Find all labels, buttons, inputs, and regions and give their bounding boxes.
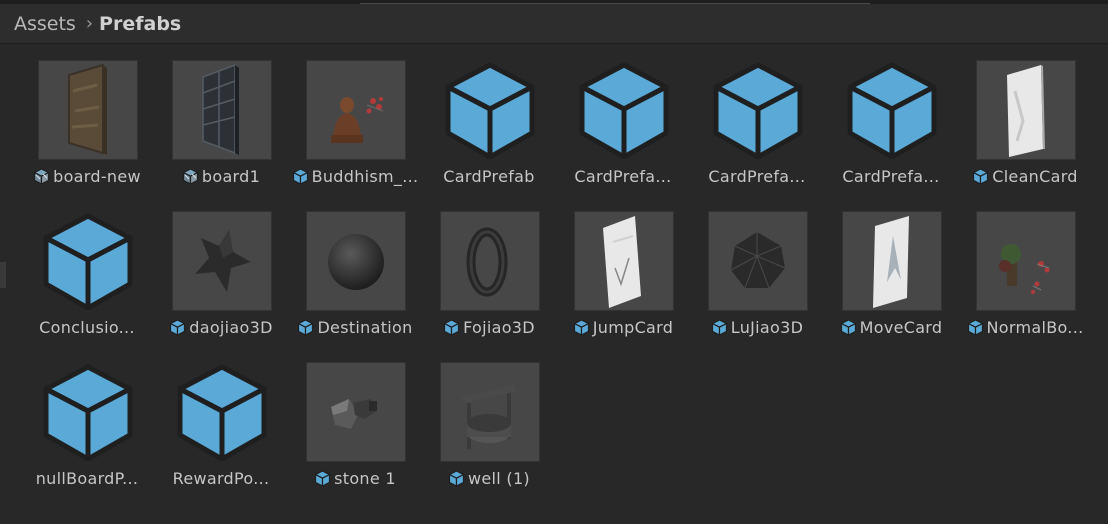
asset-label: CleanCard [992,166,1078,186]
asset-label: CardPrefab [443,166,535,186]
white-card-thumbnail [977,61,1075,159]
asset-label: CardPrefa... [708,166,806,186]
white-card-arrow-thumbnail [575,212,673,310]
asset-label: stone 1 [334,468,396,488]
asset-label: JumpCard [592,317,674,337]
prefab-icon [967,318,984,336]
asset-grid: board-new board1 Buddhism_... CardPrefab… [20,56,1100,509]
asset-item-normalboard[interactable]: NormalBo... [958,207,1092,358]
tiled-panel-dark-thumbnail [173,61,271,159]
asset-item-rewardpoint[interactable]: RewardPo... [154,358,288,509]
asset-item-buddhism[interactable]: Buddhism_... [288,56,422,207]
asset-label: board-new [53,166,141,186]
breadcrumb-assets[interactable]: Assets [14,13,76,35]
asset-item-board-new[interactable]: board-new [20,56,154,207]
prefab-icon [711,318,728,336]
asset-item-movecard[interactable]: MoveCard [824,207,958,358]
asset-label: Fojiao3D [463,317,535,337]
asset-label: daojiao3D [189,317,273,337]
prefab-icon [314,469,331,487]
prefab-icon [297,318,314,336]
well-model-thumbnail [441,363,539,461]
asset-label: Destination [317,317,413,337]
asset-item-cleancard[interactable]: CleanCard [958,56,1092,207]
asset-label: Conclusio... [39,317,135,337]
star-shape-thumbnail [173,212,271,310]
buddha-statue-thumbnail [307,61,405,159]
blue-cube-icon [39,363,137,461]
panel-resize-handle[interactable] [0,262,6,288]
asset-label: Buddhism_... [311,166,419,186]
breadcrumb: Assets › Prefabs [0,4,1108,44]
prefab-icon [443,318,460,336]
asset-item-destination[interactable]: Destination [288,207,422,358]
asset-item-cardprefab[interactable]: CardPrefab [422,56,556,207]
asset-item-fojiao3d[interactable]: Fojiao3D [422,207,556,358]
low-poly-sphere-thumbnail [709,212,807,310]
blue-cube-icon [843,61,941,159]
asset-label: CardPrefa... [574,166,672,186]
asset-label: NormalBo... [986,317,1084,337]
asset-item-nullboardprefab[interactable]: nullBoardP... [20,358,154,509]
asset-label: RewardPo... [172,468,270,488]
textured-panel-brown-thumbnail [39,61,137,159]
asset-label: LuJiao3D [730,317,804,337]
ring-shape-thumbnail [441,212,539,310]
asset-item-board1[interactable]: board1 [154,56,288,207]
asset-item-conclusion[interactable]: Conclusio... [20,207,154,358]
asset-item-daojiao3d[interactable]: daojiao3D [154,207,288,358]
asset-label: nullBoardP... [35,468,139,488]
prefab-small-icon [292,167,309,185]
prefab-icon [972,167,989,185]
blue-cube-icon [39,212,137,310]
prefab-icon [840,318,857,336]
asset-item-cardprefab-2[interactable]: CardPrefa... [556,56,690,207]
breadcrumb-prefabs[interactable]: Prefabs [99,13,181,35]
asset-label: well (1) [468,468,530,488]
blue-cube-icon [173,363,271,461]
prefab-variant-icon [182,167,199,185]
stone-model-thumbnail [307,363,405,461]
asset-item-stone-1[interactable]: stone 1 [288,358,422,509]
blue-cube-icon [709,61,807,159]
asset-item-jumpcard[interactable]: JumpCard [556,207,690,358]
prefab-variant-icon [33,167,50,185]
asset-item-lujiao3d[interactable]: LuJiao3D [690,207,824,358]
blue-cube-icon [575,61,673,159]
asset-item-cardprefab-4[interactable]: CardPrefa... [824,56,958,207]
asset-label: MoveCard [859,317,943,337]
dark-sphere-thumbnail [307,212,405,310]
asset-item-well-1[interactable]: well (1) [422,358,556,509]
asset-item-cardprefab-3[interactable]: CardPrefa... [690,56,824,207]
tree-model-thumbnail [977,212,1075,310]
white-card-a-thumbnail [843,212,941,310]
chevron-right-icon: › [85,13,94,34]
prefab-icon [169,318,186,336]
prefab-icon [448,469,465,487]
asset-label: board1 [201,166,261,186]
asset-label: CardPrefa... [842,166,940,186]
blue-cube-icon [441,61,539,159]
prefab-icon [573,318,590,336]
